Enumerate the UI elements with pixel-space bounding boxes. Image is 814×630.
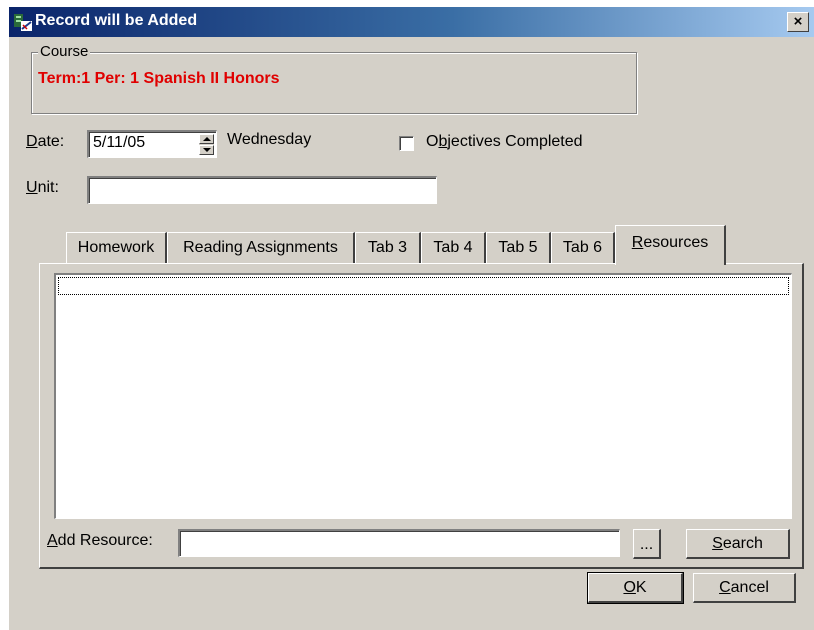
browse-button[interactable]: ... (633, 529, 661, 559)
date-value: 5/11/05 (93, 134, 146, 151)
course-groupbox: Course Term:1 Per: 1 Spanish II Honors (31, 43, 637, 114)
close-button[interactable]: × (787, 12, 809, 32)
date-field[interactable]: 5/11/05 (87, 130, 217, 158)
add-resource-label: Add Resource: (47, 532, 153, 549)
add-resource-input[interactable] (178, 529, 620, 557)
tab-resources[interactable]: Resources (615, 225, 726, 265)
title-bar[interactable]: Record will be Added × (9, 7, 814, 37)
list-item-focus[interactable] (58, 277, 789, 295)
tab-reading-assignments[interactable]: Reading Assignments (167, 232, 355, 263)
objectives-checkbox[interactable] (399, 136, 414, 151)
resources-panel: Add Resource: ... Search (39, 263, 804, 569)
search-button[interactable]: Search (686, 529, 790, 559)
tab-4[interactable]: Tab 4 (421, 232, 486, 263)
cancel-button[interactable]: Cancel (693, 573, 796, 603)
tab-3[interactable]: Tab 3 (355, 232, 421, 263)
app-icon (14, 14, 32, 31)
spin-down-button[interactable] (199, 145, 214, 155)
spin-up-button[interactable] (199, 134, 214, 144)
ok-button[interactable]: OK (587, 572, 684, 604)
arrow-up-icon (203, 137, 211, 141)
record-dialog: Record will be Added × Course Term:1 Per… (8, 6, 814, 630)
tab-homework[interactable]: Homework (66, 232, 167, 263)
date-spinner[interactable] (199, 134, 214, 155)
weekday-label: Wednesday (227, 131, 312, 148)
tab-6[interactable]: Tab 6 (551, 232, 615, 263)
course-legend: Course (38, 43, 91, 60)
unit-input[interactable] (87, 176, 437, 204)
objectives-label[interactable]: Objectives Completed (426, 133, 583, 151)
arrow-down-icon (203, 148, 211, 152)
resources-list[interactable] (54, 273, 792, 519)
unit-label: Unit: (26, 179, 59, 196)
tab-5[interactable]: Tab 5 (486, 232, 551, 263)
window-title: Record will be Added (35, 12, 198, 29)
date-label: Date: (26, 133, 65, 150)
course-value: Term:1 Per: 1 Spanish II Honors (38, 70, 280, 87)
